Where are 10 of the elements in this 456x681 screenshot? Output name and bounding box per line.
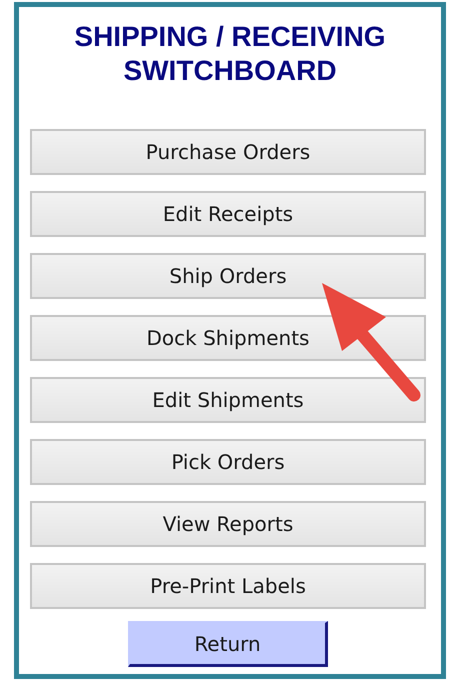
menu-button[interactable]: Purchase Orders — [30, 129, 426, 175]
menu-button[interactable]: View Reports — [30, 501, 426, 547]
menu-button[interactable]: Edit Receipts — [30, 191, 426, 237]
menu-button[interactable]: Pre-Print Labels — [30, 563, 426, 609]
menu-button[interactable]: Ship Orders — [30, 253, 426, 299]
menu-button[interactable]: Pick Orders — [30, 439, 426, 485]
return-button[interactable]: Return — [128, 621, 328, 667]
switchboard-title: SHIPPING / RECEIVING SWITCHBOARD — [73, 20, 387, 88]
menu-button[interactable]: Dock Shipments — [30, 315, 426, 361]
menu-button[interactable]: Edit Shipments — [30, 377, 426, 423]
